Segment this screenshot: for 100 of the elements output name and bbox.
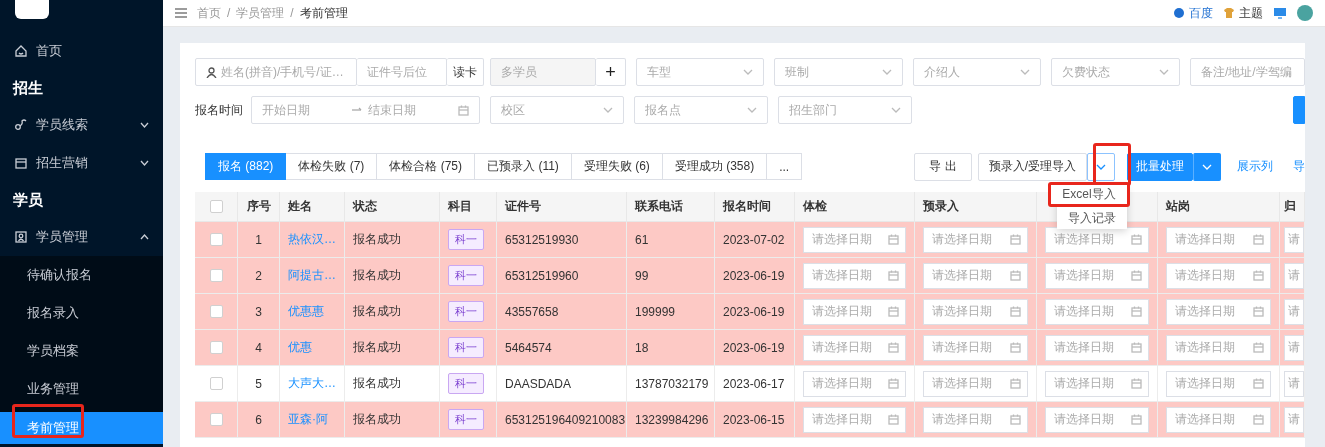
batch-button[interactable]: 批量处理 — [1127, 152, 1193, 181]
checkbox[interactable] — [209, 305, 223, 318]
filter-tab[interactable]: 体检失败 (7) — [286, 153, 378, 180]
select-field[interactable]: 介绍人 — [912, 58, 1042, 86]
checkbox[interactable] — [209, 377, 223, 390]
user-icon — [206, 66, 217, 78]
date-field[interactable]: 请 — [1284, 334, 1304, 361]
menu-group[interactable]: 招生营销 — [0, 144, 163, 182]
name-link[interactable]: 大声大… — [288, 375, 336, 392]
name-link[interactable]: 优惠 — [288, 339, 312, 356]
date-field[interactable]: 请选择日期 — [923, 262, 1028, 289]
submenu-item[interactable]: 考前管理 — [0, 412, 163, 444]
date-field[interactable]: 请选择日期 — [923, 406, 1028, 433]
menu-item[interactable]: 导入记录 — [1057, 207, 1127, 229]
toolbar-link[interactable]: 展示列 — [1237, 158, 1273, 175]
date-field[interactable]: 请选择日期 — [803, 370, 906, 397]
calendar-icon — [888, 234, 899, 245]
calendar-icon — [888, 414, 899, 425]
date-field[interactable]: 请 — [1284, 226, 1304, 253]
table-cell: 4 — [238, 330, 280, 366]
toolbar-link[interactable]: 导 — [1293, 158, 1305, 175]
checkbox[interactable] — [209, 200, 223, 213]
calendar-icon — [1131, 306, 1142, 317]
date-field[interactable]: 请选择日期 — [1166, 226, 1271, 253]
date-field[interactable]: 请 — [1284, 406, 1304, 433]
calendar-icon — [1131, 270, 1142, 281]
calendar-icon — [1010, 270, 1021, 281]
date-field[interactable]: 请选择日期 — [923, 334, 1028, 361]
import-button[interactable]: 预录入/受理导入 — [977, 152, 1087, 181]
select-field[interactable]: 校区 — [490, 96, 624, 124]
column-header: 联系电话 — [627, 192, 715, 222]
date-field[interactable]: 请选择日期 — [1045, 226, 1149, 253]
date-range-field[interactable]: 开始日期 结束日期 — [251, 96, 480, 124]
date-field[interactable]: 请 — [1284, 262, 1304, 289]
menu-item[interactable]: Excel导入 — [1051, 185, 1127, 204]
menu-item[interactable]: 首页 — [0, 32, 163, 70]
filter-tab[interactable]: 报名 (882) — [205, 153, 287, 180]
date-field[interactable]: 请 — [1284, 298, 1304, 325]
search-field[interactable]: 姓名(拼音)/手机号/证… — [195, 58, 357, 86]
add-button[interactable]: + — [596, 58, 626, 86]
date-field[interactable]: 请选择日期 — [803, 298, 906, 325]
filter-tab[interactable]: 受理失败 (6) — [571, 153, 663, 180]
calendar-icon — [888, 306, 899, 317]
date-field[interactable]: 请选择日期 — [923, 226, 1028, 253]
search-button[interactable] — [1293, 96, 1305, 124]
submenu-item[interactable]: 业务管理 — [0, 370, 163, 408]
date-field[interactable]: 请选择日期 — [1045, 370, 1149, 397]
date-field[interactable]: 请选择日期 — [803, 262, 906, 289]
date-field[interactable]: 请选择日期 — [1045, 334, 1149, 361]
date-field[interactable]: 请选择日期 — [803, 226, 906, 253]
select-field[interactable]: 班制 — [774, 58, 903, 86]
breadcrumb-item[interactable]: 学员管理 — [236, 4, 285, 22]
section-heading: 学员 — [12, 189, 44, 210]
checkbox[interactable] — [209, 341, 223, 354]
filter-tab[interactable]: 受理成功 (358) — [662, 153, 768, 180]
date-field[interactable]: 请选择日期 — [1166, 334, 1271, 361]
filter-tab[interactable]: 已预录入 (11) — [475, 153, 572, 180]
date-field[interactable]: 请 — [1284, 370, 1304, 397]
checkbox[interactable] — [209, 233, 223, 246]
date-field[interactable]: 请选择日期 — [1045, 406, 1149, 433]
submenu-item[interactable]: 学员档案 — [0, 332, 163, 370]
checkbox[interactable] — [209, 269, 223, 282]
breadcrumb-item[interactable]: 首页 — [197, 4, 221, 22]
checkbox[interactable] — [209, 413, 223, 426]
filter-tab[interactable]: 体检合格 (75) — [377, 153, 476, 180]
column-header: 序号 — [238, 192, 280, 222]
select-field[interactable]: 招生部门 — [778, 96, 912, 124]
date-field[interactable]: 请选择日期 — [1045, 298, 1149, 325]
calendar-icon — [1131, 342, 1142, 353]
chevron-down-icon — [881, 69, 892, 75]
date-field[interactable]: 请选择日期 — [803, 406, 906, 433]
menu-group[interactable]: 学员管理 — [0, 218, 163, 256]
date-field[interactable]: 请选择日期 — [1045, 262, 1149, 289]
date-field[interactable]: 请选择日期 — [1166, 298, 1271, 325]
select-field[interactable]: 车型 — [636, 58, 765, 86]
filter-tab[interactable]: ... — [767, 153, 803, 180]
chevron-down-icon — [1202, 163, 1212, 170]
date-field[interactable]: 请选择日期 — [1166, 262, 1271, 289]
chevron-down-icon — [1158, 69, 1169, 75]
date-field[interactable]: 请选择日期 — [1166, 370, 1271, 397]
column-header: 证件号 — [497, 192, 627, 222]
chevron-down-icon — [1096, 163, 1106, 170]
column-header: 科目 — [440, 192, 497, 222]
input-field[interactable]: 备注/地址/学驾编 — [1189, 58, 1305, 86]
submenu-item[interactable]: 报名录入 — [0, 294, 163, 332]
dropdown-toggle[interactable] — [1193, 152, 1221, 181]
export-button[interactable]: 导 出 — [914, 152, 972, 181]
submenu-item[interactable]: 待确认报名 — [0, 256, 163, 294]
header-link[interactable]: 百度 — [1173, 4, 1213, 22]
date-field[interactable]: 请选择日期 — [923, 370, 1028, 397]
date-field[interactable]: 请选择日期 — [803, 334, 906, 361]
input-field[interactable]: 证件号后位 — [357, 58, 447, 86]
header-link[interactable]: 主题 — [1223, 4, 1263, 22]
read-card-button[interactable]: 读卡 — [447, 58, 484, 86]
select-field[interactable]: 报名点 — [634, 96, 768, 124]
date-field[interactable]: 请选择日期 — [923, 298, 1028, 325]
select-field[interactable]: 欠费状态 — [1051, 58, 1180, 86]
menu-group[interactable]: 学员线索 — [0, 106, 163, 144]
subject-tag: 科一 — [448, 301, 484, 322]
date-field[interactable]: 请选择日期 — [1166, 406, 1271, 433]
